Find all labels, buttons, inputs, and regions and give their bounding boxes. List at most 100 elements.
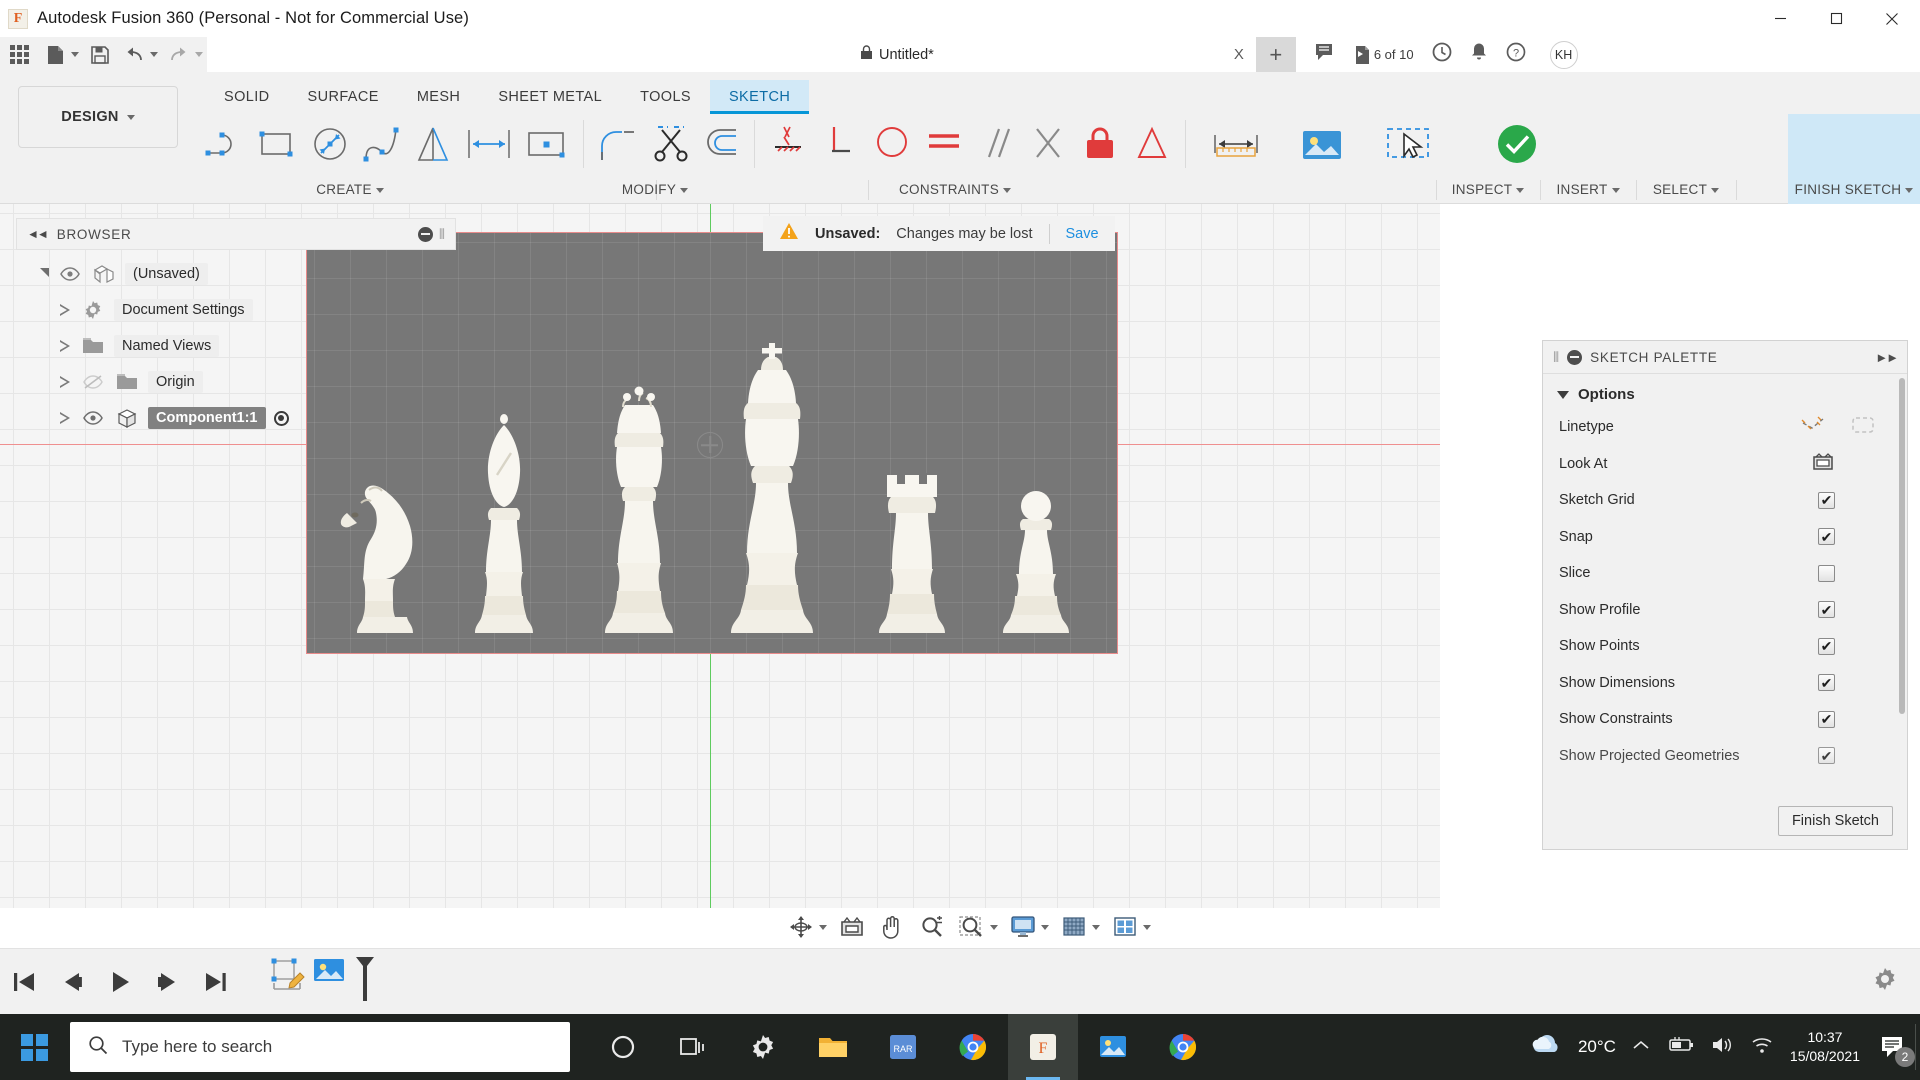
expand-arrow-icon[interactable] (60, 339, 70, 353)
new-document-button[interactable] (38, 37, 83, 72)
chrome-2-icon[interactable] (1148, 1014, 1218, 1080)
comment-icon[interactable] (1314, 43, 1334, 67)
perpendicular-constraint-icon[interactable] (814, 115, 866, 173)
centerline-icon[interactable] (1851, 416, 1875, 438)
fix-unfix-icon[interactable] (1074, 115, 1126, 173)
palette-row-slice[interactable]: Slice (1543, 555, 1907, 592)
panel-label-finish-sketch[interactable]: FINISH SKETCH (1788, 176, 1920, 204)
maximize-icon[interactable] (1808, 0, 1864, 37)
panel-label-insert[interactable]: INSERT (1540, 176, 1636, 204)
horizontal-vertical-constraint-icon[interactable] (762, 115, 814, 173)
select-icon[interactable] (1365, 115, 1451, 173)
tree-row-component1[interactable]: Component1:1 (16, 400, 376, 436)
file-explorer-icon[interactable] (798, 1014, 868, 1080)
show-dimensions-checkbox[interactable]: ✔ (1818, 674, 1835, 692)
dimension-icon[interactable] (460, 115, 518, 173)
tree-row-unsaved[interactable]: (Unsaved) (16, 256, 376, 292)
palette-row-show-points[interactable]: Show Points ✔ (1543, 628, 1907, 665)
snap-checkbox[interactable]: ✔ (1818, 528, 1835, 546)
chevron-down-icon[interactable] (71, 52, 79, 57)
tangent-constraint-icon[interactable] (866, 115, 918, 173)
tab-sketch[interactable]: SKETCH (709, 80, 810, 114)
chevron-down-icon[interactable] (990, 924, 998, 930)
redo-button[interactable] (162, 37, 207, 72)
spline-icon[interactable] (356, 115, 408, 173)
step-forward-icon[interactable] (144, 949, 192, 1015)
rectangle-icon[interactable] (252, 115, 304, 173)
expand-arrow-icon[interactable] (60, 375, 70, 389)
collapse-left-icon[interactable]: ◄◄ (27, 227, 49, 241)
tab-sheet-metal[interactable]: SHEET METAL (479, 80, 621, 114)
cortana-icon[interactable] (588, 1014, 658, 1080)
close-tab-button[interactable]: X (1234, 46, 1244, 63)
step-back-icon[interactable] (48, 949, 96, 1015)
sketch-origin-point[interactable] (697, 432, 723, 458)
chevron-down-icon[interactable] (195, 52, 203, 57)
help-icon[interactable]: ? (1506, 42, 1526, 67)
grid-settings-button[interactable] (1055, 910, 1104, 944)
grip-icon[interactable]: ⦀ (439, 226, 445, 243)
workspace-switcher[interactable]: DESIGN (18, 86, 178, 148)
sketch-grid-checkbox[interactable]: ✔ (1818, 491, 1835, 509)
canvas-image-feature-icon[interactable] (312, 955, 348, 996)
bell-icon[interactable] (1470, 42, 1488, 67)
expand-arrow-icon[interactable] (60, 411, 70, 425)
chevron-down-icon[interactable] (1143, 924, 1151, 930)
settings-gear-icon[interactable] (728, 1014, 798, 1080)
palette-scrollbar[interactable] (1899, 378, 1905, 714)
panel-label-create[interactable]: CREATE (260, 176, 440, 204)
show-profile-checkbox[interactable]: ✔ (1818, 601, 1835, 619)
look-at-icon[interactable] (1811, 452, 1835, 476)
mirror-icon[interactable] (408, 115, 460, 173)
tab-surface[interactable]: SURFACE (289, 80, 398, 114)
expand-arrow-icon[interactable] (40, 267, 49, 277)
measure-icon[interactable] (1193, 115, 1279, 173)
wifi-icon[interactable] (1750, 1035, 1774, 1060)
sketch-feature-icon[interactable] (268, 955, 308, 1002)
chevron-down-icon[interactable] (150, 52, 158, 57)
timeline-settings-button[interactable] (1872, 966, 1898, 997)
save-link[interactable]: Save (1066, 226, 1099, 242)
chrome-icon[interactable] (938, 1014, 1008, 1080)
palette-row-show-constraints[interactable]: Show Constraints ✔ (1543, 701, 1907, 738)
look-at-button[interactable] (833, 910, 871, 944)
activate-component-radio[interactable] (273, 410, 289, 426)
grip-icon[interactable]: ⦀ (1553, 349, 1559, 366)
avatar[interactable]: KH (1549, 40, 1578, 69)
skip-to-start-icon[interactable] (0, 949, 48, 1015)
show-projected-geometries-checkbox[interactable]: ✔ (1818, 747, 1835, 765)
palette-row-snap[interactable]: Snap ✔ (1543, 519, 1907, 556)
tab-tools[interactable]: TOOLS (621, 80, 710, 114)
minus-circle-icon[interactable] (1567, 349, 1583, 365)
document-tab[interactable]: Untitled* (860, 45, 934, 64)
palette-row-show-projected-geometries[interactable]: Show Projected Geometries ✔ (1543, 738, 1907, 775)
close-icon[interactable] (1864, 0, 1920, 37)
new-tab-button[interactable]: + (1255, 37, 1296, 72)
chevron-up-icon[interactable] (1632, 1038, 1650, 1057)
tab-mesh[interactable]: MESH (398, 80, 480, 114)
circle-icon[interactable] (304, 115, 356, 173)
eye-icon[interactable] (57, 267, 83, 281)
tree-row-document-settings[interactable]: Document Settings (16, 292, 376, 328)
slice-checkbox[interactable] (1818, 564, 1835, 582)
equal-constraint-icon[interactable] (1022, 115, 1074, 173)
zoom-button[interactable] (913, 910, 951, 944)
chevron-down-icon[interactable] (1041, 924, 1049, 930)
curvature-constraint-icon[interactable] (1126, 115, 1178, 173)
skip-to-end-icon[interactable] (192, 949, 240, 1015)
rectangular-pattern-icon[interactable] (518, 115, 576, 173)
trim-icon[interactable] (643, 115, 695, 173)
battery-charging-icon[interactable] (1666, 1036, 1694, 1059)
forward-arrows-icon[interactable]: ►► (1875, 350, 1899, 365)
task-view-icon[interactable] (658, 1014, 728, 1080)
show-constraints-checkbox[interactable]: ✔ (1818, 710, 1835, 728)
palette-row-show-profile[interactable]: Show Profile ✔ (1543, 592, 1907, 629)
job-status-icon[interactable]: 6 of 10 (1352, 45, 1414, 65)
panel-label-select[interactable]: SELECT (1636, 176, 1736, 204)
timeline-marker-icon[interactable] (352, 955, 378, 1008)
parallel-constraint-icon[interactable] (970, 115, 1022, 173)
app-grid-icon[interactable] (0, 45, 38, 64)
show-points-checkbox[interactable]: ✔ (1818, 637, 1835, 655)
tab-solid[interactable]: SOLID (205, 80, 289, 114)
eye-icon[interactable] (80, 411, 106, 425)
